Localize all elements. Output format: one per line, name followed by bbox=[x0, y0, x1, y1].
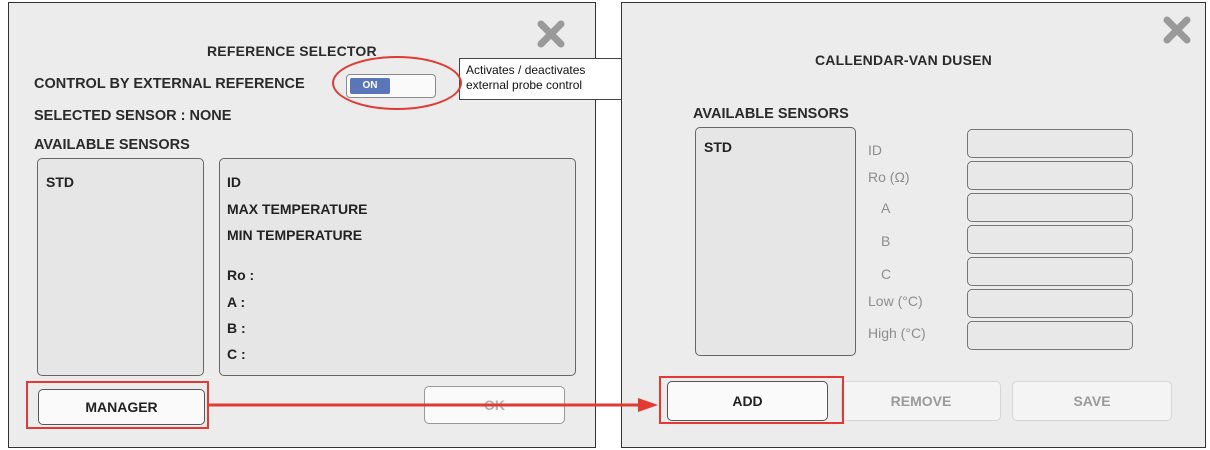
toggle-highlight-ellipse bbox=[332, 56, 462, 110]
detail-b: B : bbox=[227, 320, 246, 336]
ro-field[interactable] bbox=[967, 161, 1133, 190]
available-sensors-label: AVAILABLE SENSORS bbox=[34, 137, 190, 153]
detail-c: C : bbox=[227, 346, 246, 362]
sensor-item-std[interactable]: STD bbox=[46, 174, 74, 190]
detail-a: A : bbox=[227, 294, 246, 310]
detail-ro: Ro : bbox=[227, 267, 255, 283]
dialog-title: CALLENDAR-VAN DUSEN bbox=[815, 52, 992, 68]
add-highlight-box bbox=[659, 376, 844, 424]
field-label-a: A bbox=[881, 200, 891, 216]
c-field[interactable] bbox=[967, 257, 1133, 286]
field-label-b: B bbox=[881, 233, 891, 249]
dialog-title: REFERENCE SELECTOR bbox=[207, 43, 377, 59]
a-field[interactable] bbox=[967, 193, 1133, 222]
sensor-list[interactable]: STD bbox=[695, 127, 856, 356]
field-label-low: Low (°C) bbox=[868, 293, 923, 309]
callout-line-2: external probe control bbox=[466, 78, 583, 92]
close-icon[interactable] bbox=[534, 17, 568, 51]
sensor-details-panel: ID MAX TEMPERATURE MIN TEMPERATURE Ro : … bbox=[219, 158, 576, 376]
detail-min-temperature: MIN TEMPERATURE bbox=[227, 227, 363, 243]
field-label-high: High (°C) bbox=[868, 325, 926, 341]
callout-line-1: Activates / deactivates bbox=[466, 63, 586, 77]
selected-sensor-label: SELECTED SENSOR : NONE bbox=[34, 108, 232, 124]
ok-button[interactable]: OK bbox=[424, 386, 565, 424]
remove-button[interactable]: REMOVE bbox=[841, 381, 1001, 421]
sensor-item-std[interactable]: STD bbox=[704, 139, 732, 155]
manager-highlight-box bbox=[26, 381, 209, 429]
id-field[interactable] bbox=[967, 129, 1133, 158]
field-label-id: ID bbox=[868, 142, 882, 158]
toggle-callout: Activates / deactivates external probe c… bbox=[459, 58, 639, 100]
sensor-list[interactable]: STD bbox=[37, 158, 204, 376]
high-field[interactable] bbox=[967, 321, 1133, 350]
b-field[interactable] bbox=[967, 225, 1133, 254]
detail-id: ID bbox=[227, 174, 241, 190]
available-sensors-label: AVAILABLE SENSORS bbox=[693, 106, 849, 122]
save-button[interactable]: SAVE bbox=[1012, 381, 1172, 421]
detail-max-temperature: MAX TEMPERATURE bbox=[227, 201, 368, 217]
field-label-ro: Ro (Ω) bbox=[868, 169, 910, 185]
field-label-c: C bbox=[881, 266, 892, 282]
low-field[interactable] bbox=[967, 289, 1133, 318]
control-by-external-reference-label: CONTROL BY EXTERNAL REFERENCE bbox=[34, 76, 305, 92]
close-icon[interactable] bbox=[1160, 13, 1194, 47]
